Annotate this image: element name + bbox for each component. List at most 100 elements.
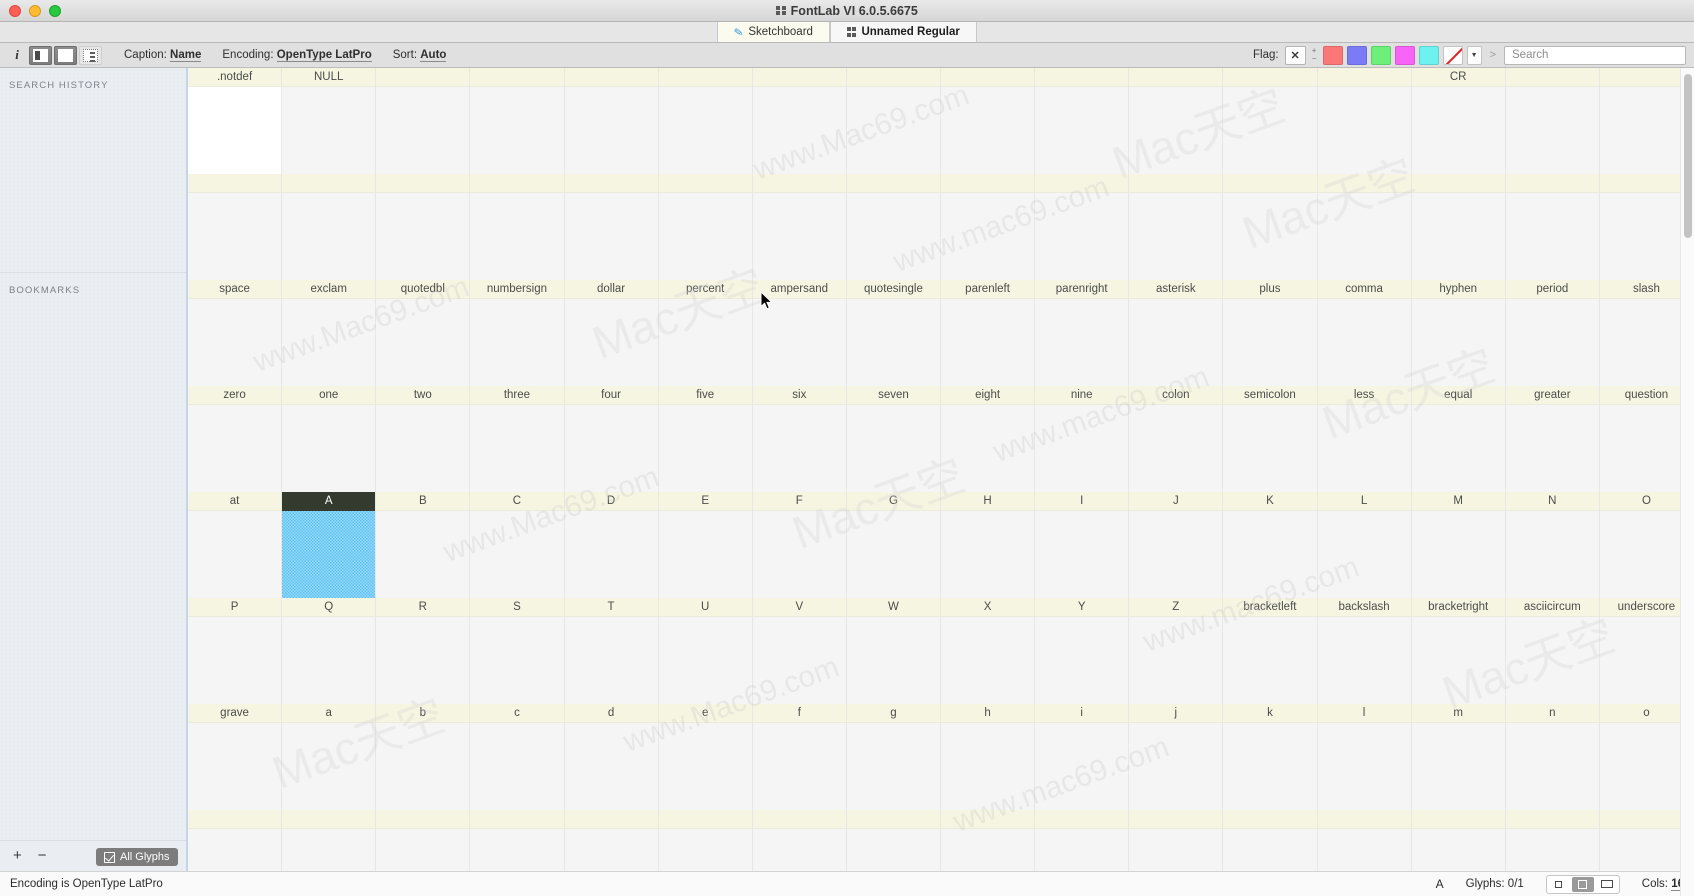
glyph-cell-e[interactable]: e xyxy=(658,704,753,810)
glyph-cell-.notdef[interactable]: .notdef xyxy=(188,68,283,174)
glyph-cell-semicolon[interactable]: semicolon xyxy=(1223,386,1318,492)
glyph-cell-empty[interactable] xyxy=(1035,174,1130,280)
glyph-cell-f[interactable]: f xyxy=(752,704,847,810)
glyph-cell-empty[interactable] xyxy=(658,174,753,280)
sort-value[interactable]: Auto xyxy=(420,49,447,62)
glyph-cell-eight[interactable]: eight xyxy=(941,386,1036,492)
glyph-cell-empty[interactable] xyxy=(470,68,565,174)
glyph-cell-space[interactable]: space xyxy=(188,280,283,386)
sort-setting[interactable]: Sort: Auto xyxy=(393,49,447,62)
glyph-cell-empty[interactable] xyxy=(1505,68,1600,174)
glyph-cell-colon[interactable]: colon xyxy=(1129,386,1224,492)
glyph-cell-empty[interactable] xyxy=(752,68,847,174)
glyph-cell-comma[interactable]: comma xyxy=(1317,280,1412,386)
flag-swatch-cyan[interactable] xyxy=(1418,45,1439,65)
glyph-cell-c[interactable]: C xyxy=(470,492,565,598)
view-mode-group[interactable] xyxy=(1545,874,1620,894)
tab-unnamed-regular[interactable]: Unnamed Regular xyxy=(829,22,977,42)
glyph-cell-i[interactable]: I xyxy=(1035,492,1130,598)
glyph-cell-empty[interactable] xyxy=(564,68,659,174)
glyph-cell-quotedbl[interactable]: quotedbl xyxy=(376,280,471,386)
glyph-cell-greater[interactable]: greater xyxy=(1505,386,1600,492)
panel-view-button[interactable] xyxy=(29,45,52,65)
search-box[interactable] xyxy=(1504,45,1686,65)
glyph-cell-empty[interactable] xyxy=(1035,68,1130,174)
glyph-cell-empty[interactable] xyxy=(941,174,1036,280)
glyph-cell-n[interactable]: N xyxy=(1505,492,1600,598)
glyph-cell-b[interactable]: b xyxy=(376,704,471,810)
glyph-cell-asterisk[interactable]: asterisk xyxy=(1129,280,1224,386)
glyph-cell-three[interactable]: three xyxy=(470,386,565,492)
glyph-cell-w[interactable]: W xyxy=(846,598,941,704)
medium-cells-view-button[interactable] xyxy=(1571,876,1594,892)
glyph-cell-less[interactable]: less xyxy=(1317,386,1412,492)
glyph-cell-empty[interactable] xyxy=(752,174,847,280)
glyph-cell-d[interactable]: d xyxy=(564,704,659,810)
glyph-cell-two[interactable]: two xyxy=(376,386,471,492)
flag-swatch-blue[interactable] xyxy=(1346,45,1367,65)
info-button[interactable]: i xyxy=(7,46,27,65)
glyph-cell-exclam[interactable]: exclam xyxy=(282,280,377,386)
glyph-cell-l[interactable]: l xyxy=(1317,704,1412,810)
grid-view-button[interactable] xyxy=(54,45,77,65)
glyph-cell-empty[interactable] xyxy=(846,68,941,174)
glyph-grid-panel[interactable]: .notdef NULL CR space exclam quotedbl number… xyxy=(186,68,1694,896)
glyph-cell-five[interactable]: five xyxy=(658,386,753,492)
caption-setting[interactable]: Caption: Name xyxy=(124,49,202,62)
glyph-cell-empty[interactable] xyxy=(1317,68,1412,174)
glyph-cell-z[interactable]: Z xyxy=(1129,598,1224,704)
glyph-cell-empty[interactable] xyxy=(376,174,471,280)
tab-sketchboard[interactable]: ✎ Sketchboard xyxy=(717,22,830,42)
glyph-cell-p[interactable]: P xyxy=(188,598,283,704)
glyph-cell-l[interactable]: L xyxy=(1317,492,1412,598)
glyph-cell-empty[interactable] xyxy=(282,174,377,280)
cols-setting[interactable]: Cols: 16 xyxy=(1642,878,1684,891)
remove-button[interactable]: − xyxy=(38,848,47,863)
small-cells-view-button[interactable] xyxy=(1548,877,1570,892)
glyph-cell-seven[interactable]: seven xyxy=(846,386,941,492)
glyph-cell-m[interactable]: m xyxy=(1411,704,1506,810)
glyph-cell-asciicircum[interactable]: asciicircum xyxy=(1505,598,1600,704)
search-input[interactable] xyxy=(1512,49,1678,61)
glyph-cell-u[interactable]: U xyxy=(658,598,753,704)
glyph-cell-g[interactable]: G xyxy=(846,492,941,598)
glyph-cell-m[interactable]: M xyxy=(1411,492,1506,598)
glyph-cell-nine[interactable]: nine xyxy=(1035,386,1130,492)
glyph-cell-a[interactable]: a xyxy=(282,704,377,810)
glyph-cell-zero[interactable]: zero xyxy=(188,386,283,492)
glyph-cell-empty[interactable] xyxy=(658,68,753,174)
glyph-cell-parenleft[interactable]: parenleft xyxy=(941,280,1036,386)
glyph-cell-f[interactable]: F xyxy=(752,492,847,598)
chevron-right-icon[interactable]: > xyxy=(1486,49,1500,61)
flag-swatch-red[interactable] xyxy=(1322,45,1343,65)
flag-clear-button[interactable]: ✕ xyxy=(1284,45,1306,65)
glyph-cell-backslash[interactable]: backslash xyxy=(1317,598,1412,704)
glyph-cell-quotesingle[interactable]: quotesingle xyxy=(846,280,941,386)
glyph-cell-percent[interactable]: percent xyxy=(658,280,753,386)
glyph-cell-grave[interactable]: grave xyxy=(188,704,283,810)
glyph-cell-t[interactable]: T xyxy=(564,598,659,704)
glyph-cell-numbersign[interactable]: numbersign xyxy=(470,280,565,386)
glyph-cell-q[interactable]: Q xyxy=(282,598,377,704)
glyph-cell-empty[interactable] xyxy=(846,174,941,280)
glyph-cell-j[interactable]: J xyxy=(1129,492,1224,598)
glyph-grid[interactable]: .notdef NULL CR space exclam quotedbl number… xyxy=(188,68,1694,896)
glyph-cell-h[interactable]: h xyxy=(941,704,1036,810)
glyph-cell-empty[interactable] xyxy=(1317,174,1412,280)
flag-swatch-green[interactable] xyxy=(1370,45,1391,65)
glyph-cell-equal[interactable]: equal xyxy=(1411,386,1506,492)
flag-stepper[interactable]: + − xyxy=(1310,46,1319,65)
glyph-cell-bracketright[interactable]: bracketright xyxy=(1411,598,1506,704)
glyph-cell-plus[interactable]: plus xyxy=(1223,280,1318,386)
glyph-cell-k[interactable]: K xyxy=(1223,492,1318,598)
glyph-cell-empty[interactable] xyxy=(1129,68,1224,174)
encoding-value[interactable]: OpenType LatPro xyxy=(276,49,372,62)
glyph-cell-c[interactable]: c xyxy=(470,704,565,810)
all-glyphs-button[interactable]: All Glyphs xyxy=(96,848,178,866)
glyph-cell-period[interactable]: period xyxy=(1505,280,1600,386)
glyph-cell-n[interactable]: n xyxy=(1505,704,1600,810)
glyph-cell-empty[interactable] xyxy=(941,68,1036,174)
glyph-cell-empty[interactable] xyxy=(188,174,283,280)
glyph-cell-r[interactable]: R xyxy=(376,598,471,704)
glyph-cell-hyphen[interactable]: hyphen xyxy=(1411,280,1506,386)
